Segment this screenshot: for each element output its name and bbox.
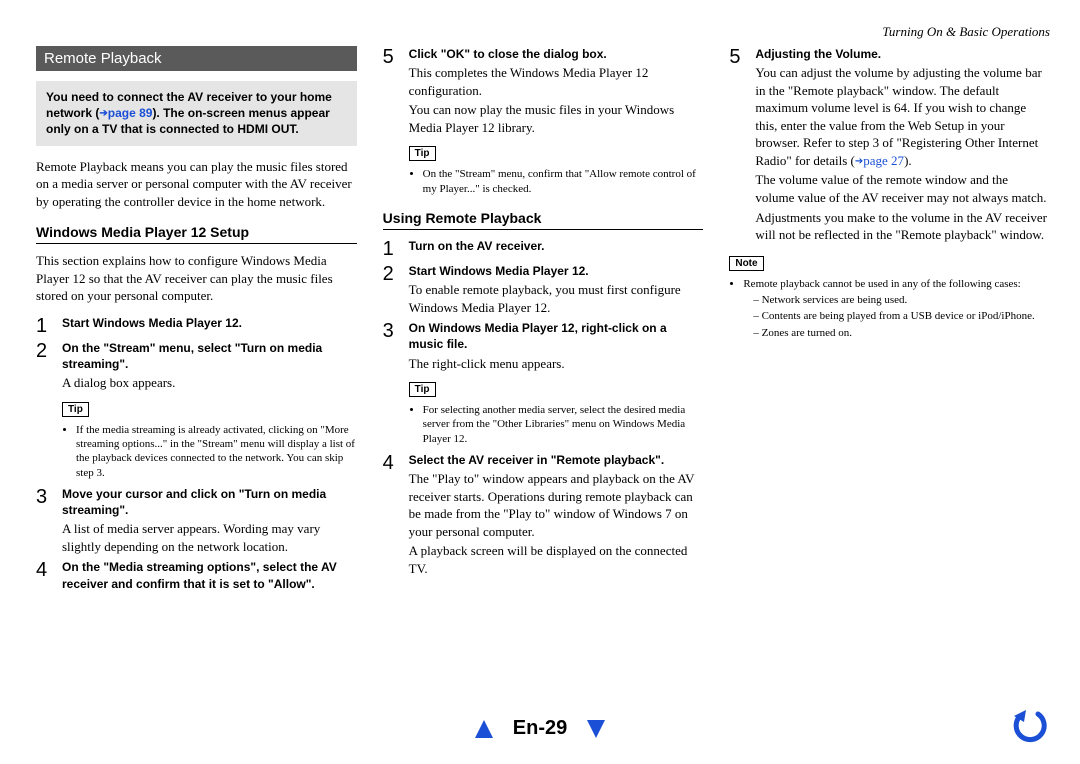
remote-step-5: 5 Adjusting the Volume. You can adjust t… (729, 46, 1050, 244)
page-number: En-29 (513, 717, 567, 740)
remote-step-3-tip: Tip For selecting another media server, … (409, 376, 704, 446)
step-number: 2 (383, 263, 409, 284)
wmp-setup-heading: Windows Media Player 12 Setup (36, 224, 357, 244)
wmp-step-1: 1 Start Windows Media Player 12. (36, 315, 357, 336)
step-follow-2: A playback screen will be displayed on t… (409, 542, 704, 577)
step-lead: On the "Stream" menu, select "Turn on me… (62, 340, 357, 372)
wmp-step-5: 5 Click "OK" to close the dialog box. Th… (383, 46, 704, 136)
notice-link[interactable]: page 89 (108, 106, 153, 120)
step-lead: On the "Media streaming options", select… (62, 559, 357, 591)
footer-nav: En-29 (0, 717, 1080, 740)
step-lead: Turn on the AV receiver. (409, 238, 704, 254)
wmp-intro: This section explains how to configure W… (36, 252, 357, 305)
step-number: 5 (729, 46, 755, 67)
notice-tail: . (295, 122, 298, 136)
tip-label: Tip (409, 146, 436, 161)
intro-paragraph: Remote Playback means you can play the m… (36, 158, 357, 211)
tip-label: Tip (409, 382, 436, 397)
note-dash-3: Zones are turned on. (753, 326, 1050, 340)
remote-step-3: 3 On Windows Media Player 12, right-clic… (383, 320, 704, 372)
column-1: Remote Playback You need to connect the … (36, 46, 357, 596)
back-button[interactable] (1008, 706, 1048, 746)
page-root: Turning On & Basic Operations Remote Pla… (0, 0, 1080, 764)
step-follow: The right-click menu appears. (409, 355, 704, 373)
step-number: 4 (36, 559, 62, 580)
note-label: Note (729, 256, 763, 271)
wmp-step-4: 4 On the "Media streaming options", sele… (36, 559, 357, 591)
remote-step-2: 2 Start Windows Media Player 12. To enab… (383, 263, 704, 316)
step-number: 4 (383, 452, 409, 473)
step-follow: This completes the Windows Media Player … (409, 64, 704, 99)
step-follow: To enable remote playback, you must firs… (409, 281, 704, 316)
notice-box: You need to connect the AV receiver to y… (36, 81, 357, 146)
tip-bullet: For selecting another media server, sele… (423, 403, 704, 446)
next-page-button[interactable] (585, 718, 607, 740)
tip-bullet: If the media streaming is already activa… (76, 423, 357, 480)
wmp-step-5-tip: Tip On the "Stream" menu, confirm that "… (409, 140, 704, 196)
note-dash-1: Network services are being used. (753, 293, 1050, 307)
breadcrumb: Turning On & Basic Operations (882, 24, 1050, 40)
notice-bold-end: HDMI OUT (237, 122, 295, 136)
step-follow: A list of media server appears. Wording … (62, 520, 357, 555)
step-number: 1 (36, 315, 62, 336)
step-lead: Select the AV receiver in "Remote playba… (409, 452, 704, 468)
step-number: 3 (383, 320, 409, 341)
column-3: 5 Adjusting the Volume. You can adjust t… (729, 46, 1050, 596)
step-follow-a: You can adjust the volume by adjusting t… (755, 64, 1050, 169)
step-lead: Click "OK" to close the dialog box. (409, 46, 704, 62)
link-arrow-icon: ➔ (855, 156, 863, 167)
content-columns: Remote Playback You need to connect the … (36, 46, 1050, 596)
step-lead: Move your cursor and click on "Turn on m… (62, 486, 357, 518)
remote-playback-heading: Using Remote Playback (383, 210, 704, 230)
step-number: 3 (36, 486, 62, 507)
column-2: 5 Click "OK" to close the dialog box. Th… (383, 46, 704, 596)
remote-step-4: 4 Select the AV receiver in "Remote play… (383, 452, 704, 577)
step-number: 5 (383, 46, 409, 67)
step-follow-a-tail: ). (904, 153, 912, 168)
step-number: 1 (383, 238, 409, 259)
link-arrow-icon: ➔ (99, 108, 107, 119)
step-lead: Adjusting the Volume. (755, 46, 1050, 62)
note-bullet-text: Remote playback cannot be used in any of… (743, 278, 1020, 290)
note-bullet: Remote playback cannot be used in any of… (743, 277, 1050, 340)
step-follow: The "Play to" window appears and playbac… (409, 470, 704, 540)
tip-bullet: On the "Stream" menu, confirm that "Allo… (423, 167, 704, 196)
wmp-step-3: 3 Move your cursor and click on "Turn on… (36, 486, 357, 555)
tip-label: Tip (62, 402, 89, 417)
remote-step-1: 1 Turn on the AV receiver. (383, 238, 704, 259)
step-follow-2: You can now play the music files in your… (409, 101, 704, 136)
step-follow-b: The volume value of the remote window an… (755, 171, 1050, 206)
step-lead: Start Windows Media Player 12. (409, 263, 704, 279)
step-lead: Start Windows Media Player 12. (62, 315, 357, 331)
step-follow: A dialog box appears. (62, 374, 357, 392)
section-title: Remote Playback (36, 46, 357, 71)
step-follow-c: Adjustments you make to the volume in th… (755, 209, 1050, 244)
wmp-step-2: 2 On the "Stream" menu, select "Turn on … (36, 340, 357, 392)
step-lead: On Windows Media Player 12, right-click … (409, 320, 704, 352)
page-link[interactable]: page 27 (863, 153, 904, 168)
step-number: 2 (36, 340, 62, 361)
note-block: Note Remote playback cannot be used in a… (729, 250, 1050, 340)
prev-page-button[interactable] (473, 718, 495, 740)
note-dash-2: Contents are being played from a USB dev… (753, 309, 1050, 323)
wmp-step-2-tip: Tip If the media streaming is already ac… (62, 396, 357, 480)
